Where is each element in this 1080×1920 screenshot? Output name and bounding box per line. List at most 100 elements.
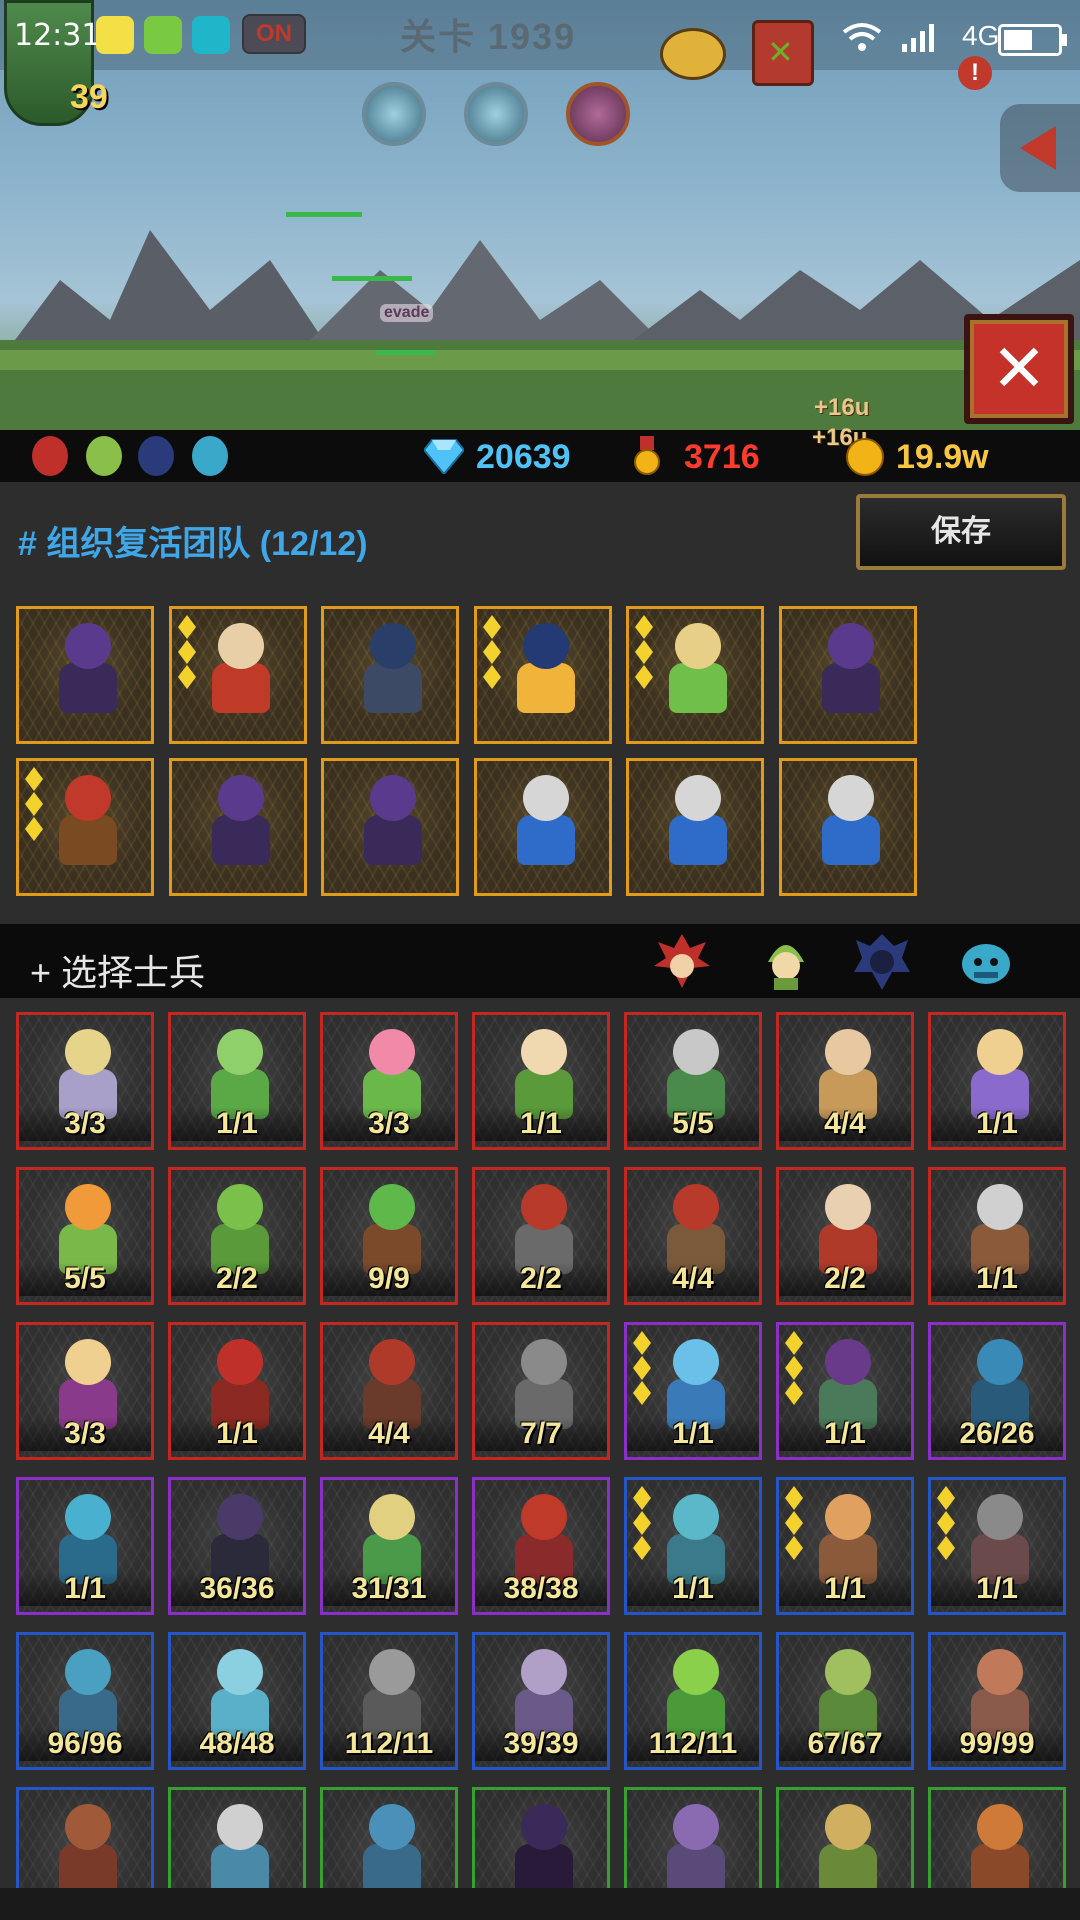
evade-text: evade <box>380 304 434 322</box>
unit-card[interactable]: 9/9 <box>320 1167 458 1305</box>
unit-card[interactable]: 96/96 <box>16 1632 154 1770</box>
gold-icon <box>846 438 884 476</box>
unit-head <box>673 1649 719 1695</box>
unit-count: 96/96 <box>19 1727 151 1761</box>
skill-3-icon[interactable] <box>566 82 630 146</box>
soldier-list[interactable]: 3/3 1/1 3/3 1/1 5/5 4/4 1/1 5/5 2/2 9/9 2/2 4/4 2/2 1… <box>0 998 1080 1888</box>
unit-head <box>673 1804 719 1850</box>
dark-faction-filter-icon[interactable] <box>852 932 912 992</box>
unit-card[interactable]: 2/2 <box>168 1167 306 1305</box>
unit-count: 39/39 <box>475 1727 607 1761</box>
team-slot[interactable] <box>16 606 154 744</box>
unit-card[interactable]: 112/11 <box>624 1632 762 1770</box>
unit-count: 99/99 <box>931 1727 1063 1761</box>
unit-head <box>369 1184 415 1230</box>
unit-card[interactable]: 3/3 <box>16 1012 154 1150</box>
unit-card[interactable]: 1/1 <box>624 1477 762 1615</box>
unit-body <box>515 1844 573 1888</box>
unit-card[interactable]: 1/1 <box>928 1477 1066 1615</box>
skill-1-icon[interactable] <box>362 82 426 146</box>
unit-card[interactable]: 1/1 <box>168 1322 306 1460</box>
unit-card[interactable]: 4/4 <box>320 1322 458 1460</box>
unit-card[interactable] <box>928 1787 1066 1888</box>
unit-portrait <box>49 775 127 871</box>
save-button[interactable]: 保存 <box>856 494 1066 570</box>
unit-card[interactable] <box>624 1787 762 1888</box>
unit-head <box>218 775 264 821</box>
battle-flag-icon[interactable] <box>752 20 814 86</box>
unit-card[interactable] <box>16 1787 154 1888</box>
select-soldiers-title[interactable]: + 选择士兵 <box>30 944 205 996</box>
team-slot[interactable] <box>16 758 154 896</box>
unit-card[interactable]: 1/1 <box>776 1477 914 1615</box>
unit-card[interactable]: 3/3 <box>16 1322 154 1460</box>
team-slot[interactable] <box>169 606 307 744</box>
team-slot[interactable] <box>779 758 917 896</box>
unit-card[interactable]: 7/7 <box>472 1322 610 1460</box>
unit-card[interactable]: 48/48 <box>168 1632 306 1770</box>
star-rank-icon <box>483 615 505 690</box>
unit-card[interactable]: 112/11 <box>320 1632 458 1770</box>
unit-card[interactable] <box>776 1787 914 1888</box>
unit-card[interactable]: 99/99 <box>928 1632 1066 1770</box>
unit-card[interactable]: 1/1 <box>472 1012 610 1150</box>
team-slot[interactable] <box>474 606 612 744</box>
medal-count: 3716 <box>684 438 760 476</box>
team-slot[interactable] <box>321 758 459 896</box>
blue-faction-filter-icon[interactable] <box>956 932 1016 992</box>
unit-head <box>521 1184 567 1230</box>
unit-card[interactable]: 38/38 <box>472 1477 610 1615</box>
auto-toggle[interactable]: ON <box>242 14 306 54</box>
unit-card[interactable] <box>320 1787 458 1888</box>
unit-card[interactable] <box>472 1787 610 1888</box>
red-faction-icon <box>32 436 68 476</box>
unit-card[interactable]: 4/4 <box>776 1012 914 1150</box>
unit-card[interactable]: 2/2 <box>776 1167 914 1305</box>
team-slot[interactable] <box>626 606 764 744</box>
unit-card[interactable]: 4/4 <box>624 1167 762 1305</box>
skill-2-icon[interactable] <box>464 82 528 146</box>
browser-icon <box>144 16 182 54</box>
chat-icon[interactable] <box>660 28 726 80</box>
unit-card[interactable]: 1/1 <box>928 1012 1066 1150</box>
unit-body <box>822 663 880 713</box>
floating-gain: +16u <box>814 394 870 421</box>
unit-body <box>819 1844 877 1888</box>
unit-head <box>369 1804 415 1850</box>
unit-card[interactable]: 3/3 <box>320 1012 458 1150</box>
unit-card[interactable]: 67/67 <box>776 1632 914 1770</box>
unit-head <box>369 1339 415 1385</box>
unit-body <box>667 1844 725 1888</box>
network-type: 4G <box>962 20 1000 51</box>
team-slot[interactable] <box>474 758 612 896</box>
unit-card[interactable]: 39/39 <box>472 1632 610 1770</box>
close-button[interactable]: ✕ <box>964 314 1074 424</box>
unit-body <box>212 815 270 865</box>
unit-card[interactable]: 26/26 <box>928 1322 1066 1460</box>
unit-card[interactable]: 36/36 <box>168 1477 306 1615</box>
team-slot[interactable] <box>626 758 764 896</box>
game-scene[interactable]: 12:31 ON 关卡 1939 39 4G ! evade +16u ✕ <box>0 0 1080 430</box>
team-slot[interactable] <box>779 606 917 744</box>
unit-card[interactable]: 1/1 <box>168 1012 306 1150</box>
unit-card[interactable]: 5/5 <box>624 1012 762 1150</box>
team-slot[interactable] <box>321 606 459 744</box>
star-rank-icon <box>785 1331 807 1406</box>
team-slot[interactable] <box>169 758 307 896</box>
alert-icon[interactable]: ! <box>958 56 992 90</box>
unit-card[interactable]: 1/1 <box>624 1322 762 1460</box>
diamond-count: 20639 <box>476 438 571 476</box>
red-faction-filter-icon[interactable] <box>652 932 712 992</box>
unit-card[interactable]: 5/5 <box>16 1167 154 1305</box>
unit-card[interactable]: 1/1 <box>16 1477 154 1615</box>
unit-card[interactable]: 2/2 <box>472 1167 610 1305</box>
green-faction-filter-icon[interactable] <box>756 932 816 992</box>
unit-card[interactable] <box>168 1787 306 1888</box>
unit-card[interactable]: 1/1 <box>928 1167 1066 1305</box>
unit-card[interactable]: 31/31 <box>320 1477 458 1615</box>
unit-head <box>825 1339 871 1385</box>
side-menu-arrow-icon[interactable] <box>1000 104 1080 192</box>
unit-head <box>521 1804 567 1850</box>
unit-card[interactable]: 1/1 <box>776 1322 914 1460</box>
unit-body <box>517 663 575 713</box>
